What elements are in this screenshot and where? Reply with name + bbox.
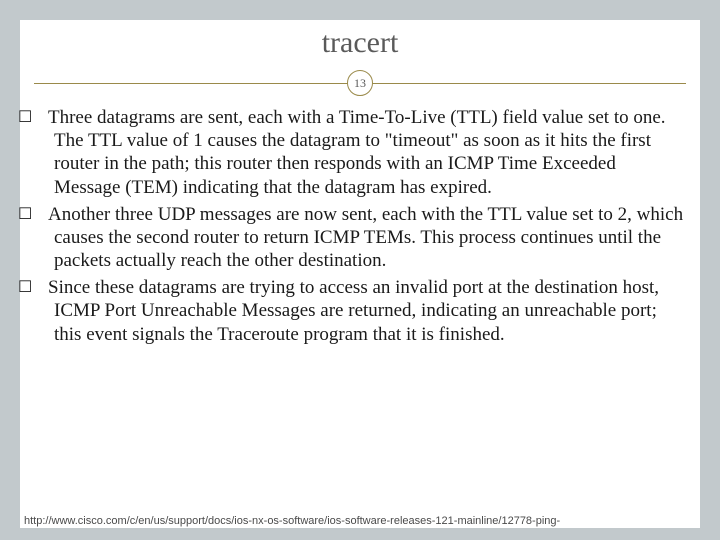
bullet-item: ☐Another three UDP messages are now sent… — [36, 203, 684, 273]
footer-url: http://www.cisco.com/c/en/us/support/doc… — [24, 515, 696, 528]
slide-inner: tracert 13 ☐Three datagrams are sent, ea… — [20, 20, 700, 528]
slide: tracert 13 ☐Three datagrams are sent, ea… — [0, 0, 720, 540]
title-divider: 13 — [20, 68, 700, 98]
bullet-text: Another three UDP messages are now sent,… — [48, 204, 683, 271]
bullet-item: ☐Since these datagrams are trying to acc… — [36, 276, 684, 346]
bullet-box-icon: ☐ — [36, 278, 48, 298]
bullet-item: ☐Three datagrams are sent, each with a T… — [36, 106, 684, 199]
bullet-text: Since these datagrams are trying to acce… — [48, 277, 659, 344]
slide-title: tracert — [20, 20, 700, 68]
bullet-box-icon: ☐ — [36, 205, 48, 225]
slide-body: ☐Three datagrams are sent, each with a T… — [20, 98, 700, 346]
page-number-badge: 13 — [347, 70, 373, 96]
bullet-text: Three datagrams are sent, each with a Ti… — [48, 107, 666, 198]
bullet-box-icon: ☐ — [36, 108, 48, 128]
